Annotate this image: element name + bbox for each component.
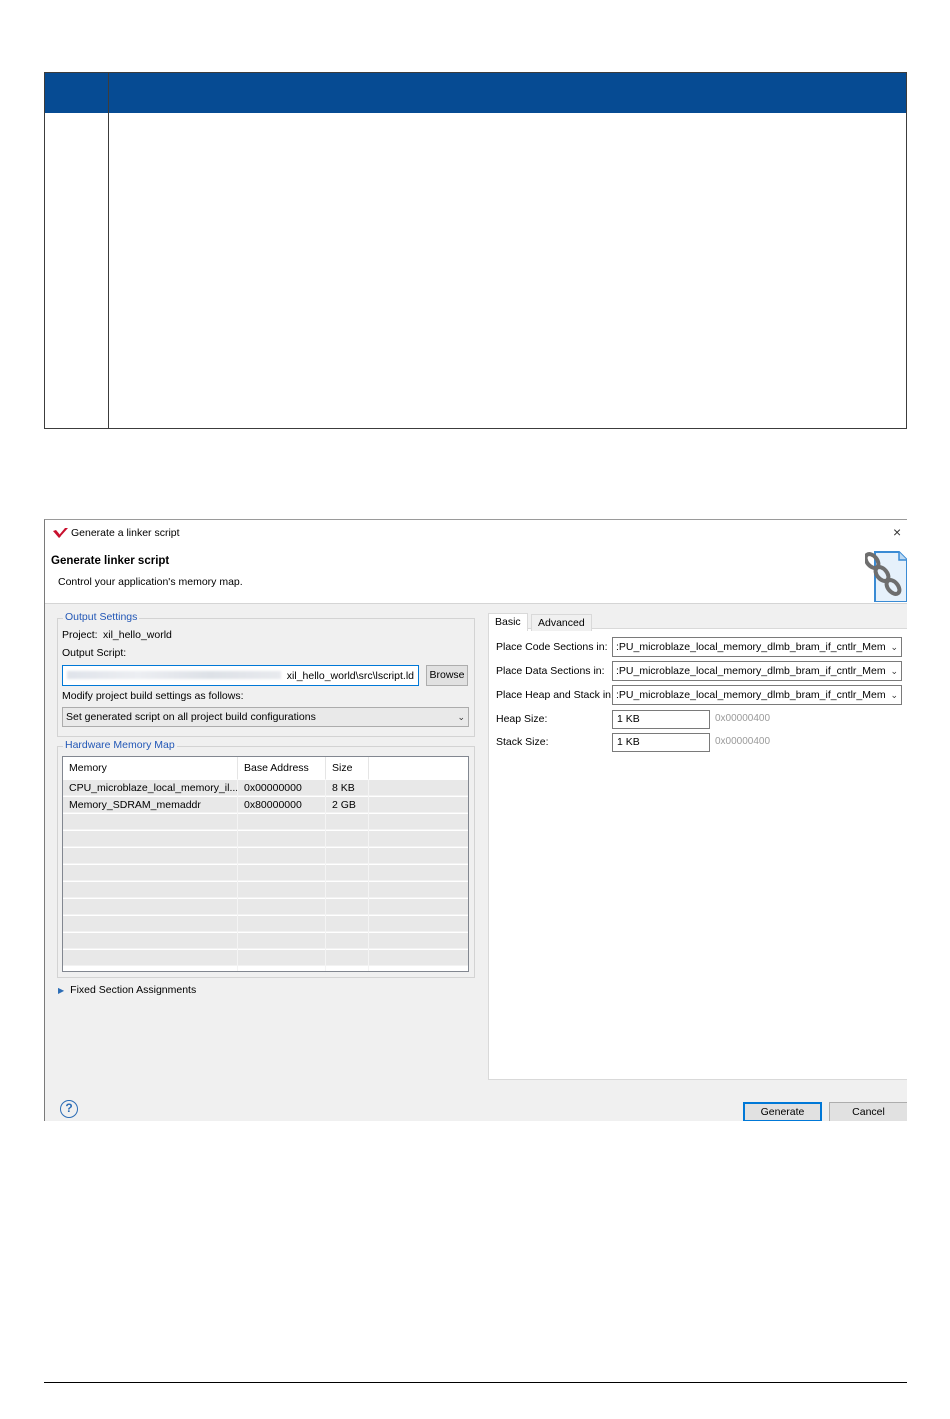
memory-map-table[interactable]: Memory Base Address Size CPU_microblaze_…: [62, 756, 469, 972]
output-script-label: Output Script:: [62, 647, 127, 659]
memory-size: 2 GB: [326, 797, 369, 813]
document-table: [44, 72, 907, 429]
column-header-base-address[interactable]: Base Address: [238, 757, 326, 779]
banner-title: Generate linker script: [51, 555, 170, 567]
column-divider: [368, 779, 369, 971]
dialog-banner: Generate linker script Control your appl…: [45, 547, 907, 604]
window-title: Generate a linker script: [71, 527, 180, 539]
column-header-size[interactable]: Size: [326, 757, 369, 779]
generate-button[interactable]: Generate: [743, 1102, 822, 1121]
build-config-select[interactable]: Set generated script on all project buil…: [62, 707, 469, 727]
fixed-section-assignments-expander[interactable]: ▶ Fixed Section Assignments: [58, 984, 196, 996]
dropdown-arrow-icon: ⌄: [890, 690, 898, 700]
dropdown-arrow-icon: ⌄: [890, 642, 898, 652]
project-value: xil_hello_world: [103, 629, 172, 641]
empty-row: [63, 848, 468, 864]
browse-button[interactable]: Browse: [426, 665, 468, 686]
dropdown-arrow-icon: ⌄: [890, 666, 898, 676]
table-row[interactable]: Memory_SDRAM_memaddr 0x80000000 2 GB: [63, 797, 468, 813]
title-bar: Generate a linker script ×: [45, 520, 907, 547]
linker-chain-icon: [865, 551, 907, 602]
place-code-select[interactable]: :PU_microblaze_local_memory_dlmb_bram_if…: [612, 637, 902, 657]
empty-row: [63, 899, 468, 915]
memory-table-header: Memory Base Address Size: [63, 757, 468, 779]
column-divider: [237, 779, 238, 971]
redacted-path: [67, 671, 281, 679]
heap-size-input[interactable]: 1 KB: [612, 710, 710, 729]
empty-row: [63, 865, 468, 881]
place-code-label: Place Code Sections in:: [496, 641, 608, 653]
tab-basic[interactable]: Basic: [488, 613, 528, 631]
memory-name: Memory_SDRAM_memaddr: [63, 797, 238, 813]
empty-row: [63, 814, 468, 830]
place-heap-label: Place Heap and Stack in:: [496, 689, 614, 701]
empty-row: [63, 831, 468, 847]
place-data-select[interactable]: :PU_microblaze_local_memory_dlmb_bram_if…: [612, 661, 902, 681]
empty-row: [63, 933, 468, 949]
tab-advanced[interactable]: Advanced: [531, 614, 592, 631]
base-address: 0x80000000: [238, 797, 326, 813]
build-config-value: Set generated script on all project buil…: [66, 711, 316, 723]
column-header-memory[interactable]: Memory: [63, 757, 238, 779]
stack-size-label: Stack Size:: [496, 736, 549, 748]
footer-rule: [44, 1382, 907, 1383]
place-heap-value: :PU_microblaze_local_memory_dlmb_bram_if…: [616, 689, 886, 701]
dropdown-arrow-icon: ⌄: [457, 712, 465, 722]
close-icon[interactable]: ×: [893, 523, 907, 541]
document-table-header: [45, 73, 906, 113]
heap-size-label: Heap Size:: [496, 713, 548, 725]
project-label: Project:: [62, 629, 98, 641]
linker-script-dialog: Generate a linker script × Generate link…: [44, 519, 907, 1121]
fixed-section-assignments-label: Fixed Section Assignments: [70, 984, 197, 996]
memory-name: CPU_microblaze_local_memory_il...: [63, 780, 238, 796]
place-heap-select[interactable]: :PU_microblaze_local_memory_dlmb_bram_if…: [612, 685, 902, 705]
expand-triangle-icon: ▶: [58, 986, 65, 995]
output-script-value: xil_hello_world\src\lscript.ld: [286, 670, 414, 682]
empty-row: [63, 950, 468, 966]
help-icon[interactable]: ?: [60, 1100, 78, 1118]
cancel-button[interactable]: Cancel: [829, 1102, 907, 1121]
place-code-value: :PU_microblaze_local_memory_dlmb_bram_if…: [616, 641, 886, 653]
heap-size-hex: 0x00000400: [715, 713, 771, 724]
table-row[interactable]: CPU_microblaze_local_memory_il... 0x0000…: [63, 780, 468, 796]
place-data-label: Place Data Sections in:: [496, 665, 605, 677]
stack-size-input[interactable]: 1 KB: [612, 733, 710, 752]
output-script-input[interactable]: xil_hello_world\src\lscript.ld: [62, 665, 419, 686]
base-address: 0x00000000: [238, 780, 326, 796]
table-column-divider: [108, 73, 109, 428]
memory-size: 8 KB: [326, 780, 369, 796]
xilinx-logo-icon: [53, 528, 68, 538]
stack-size-hex: 0x00000400: [715, 736, 771, 747]
output-settings-title: Output Settings: [63, 611, 140, 623]
banner-description: Control your application's memory map.: [58, 576, 243, 588]
place-data-value: :PU_microblaze_local_memory_dlmb_bram_if…: [616, 665, 886, 677]
hardware-memory-map-title: Hardware Memory Map: [63, 739, 177, 751]
empty-row: [63, 882, 468, 898]
modify-build-label: Modify project build settings as follows…: [62, 690, 244, 702]
column-divider: [325, 779, 326, 971]
empty-row: [63, 916, 468, 932]
